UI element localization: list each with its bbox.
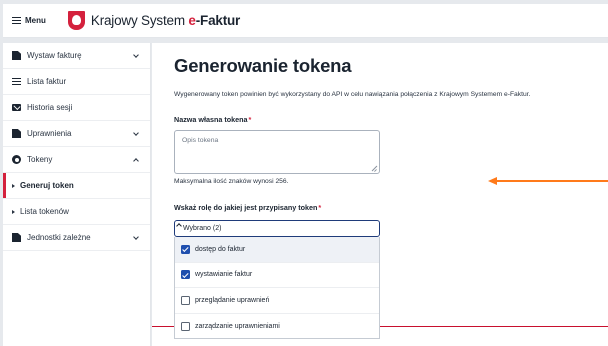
token-name-label-text: Nazwa własna tokena bbox=[174, 115, 248, 124]
sidebar-item-wystaw-fakture[interactable]: Wystaw fakturę bbox=[3, 43, 150, 69]
checkbox-unchecked[interactable] bbox=[181, 321, 190, 331]
document-icon bbox=[12, 51, 21, 60]
role-label: Wskaż rolę do jakiej jest przypisany tok… bbox=[174, 203, 321, 212]
sidebar-item-label: Generuj token bbox=[20, 181, 74, 190]
token-name-field[interactable]: Opis tokena bbox=[174, 130, 380, 174]
chevron-up-icon bbox=[132, 156, 140, 164]
divider-line bbox=[380, 326, 608, 327]
required-mark: * bbox=[248, 115, 252, 124]
main-content: Generowanie tokena Wygenerowany token po… bbox=[152, 43, 608, 346]
role-option-label: wystawianie faktur bbox=[195, 271, 253, 279]
sidebar: Wystaw fakturę Lista faktur Historia ses… bbox=[3, 43, 151, 346]
sidebar-item-label: Lista faktur bbox=[27, 77, 67, 86]
sidebar-item-label: Historia sesji bbox=[27, 103, 73, 112]
role-select[interactable]: Wybrano (2) bbox=[174, 220, 380, 237]
role-option-dostep-do-faktur[interactable]: dostęp do faktur bbox=[175, 237, 379, 263]
document-icon bbox=[12, 129, 21, 138]
sidebar-item-label: Tokeny bbox=[27, 155, 53, 164]
role-option-label: dostęp do faktur bbox=[195, 245, 246, 253]
sidebar-item-uprawnienia[interactable]: Uprawnienia bbox=[3, 121, 150, 147]
list-icon bbox=[12, 77, 21, 86]
brand-title-suffix: -Faktur bbox=[195, 13, 241, 28]
sidebar-item-label: Jednostki zależne bbox=[27, 233, 91, 242]
required-mark: * bbox=[318, 203, 322, 212]
brand-title-prefix: Krajowy System bbox=[90, 13, 189, 28]
mail-icon bbox=[12, 104, 21, 111]
role-label-text: Wskaż rolę do jakiej jest przypisany tok… bbox=[174, 203, 318, 212]
caret-right-icon bbox=[12, 183, 15, 188]
token-name-label: Nazwa własna tokena* bbox=[174, 115, 251, 124]
role-option-wystawianie-faktur[interactable]: wystawianie faktur bbox=[175, 263, 379, 288]
checkbox-checked[interactable] bbox=[181, 244, 190, 254]
sidebar-item-jednostki-zalezne[interactable]: Jednostki zależne bbox=[3, 225, 150, 251]
token-icon bbox=[12, 155, 21, 164]
page-title: Generowanie tokena bbox=[174, 55, 352, 76]
arrow-shaft bbox=[494, 180, 608, 182]
annotation-arrow-icon bbox=[488, 177, 608, 185]
sidebar-item-label: Wystaw fakturę bbox=[27, 51, 82, 60]
arrow-head bbox=[488, 177, 497, 185]
sidebar-item-lista-faktur[interactable]: Lista faktur bbox=[3, 69, 150, 95]
hamburger-icon bbox=[12, 17, 21, 25]
role-option-label: przeglądanie uprawnień bbox=[195, 296, 270, 304]
sidebar-item-label: Uprawnienia bbox=[27, 129, 72, 138]
token-name-hint: Maksymalna ilość znaków wynosi 256. bbox=[174, 178, 289, 185]
sidebar-item-generuj-token[interactable]: Generuj token bbox=[3, 173, 150, 199]
caret-right-icon bbox=[12, 209, 15, 214]
role-dropdown: dostęp do faktur wystawianie faktur prze… bbox=[174, 237, 380, 339]
brand-title: Krajowy System e-Faktur bbox=[91, 13, 240, 28]
role-option-przegladanie-uprawnien[interactable]: przeglądanie uprawnień bbox=[175, 288, 379, 314]
sidebar-item-label: Lista tokenów bbox=[20, 207, 69, 216]
document-icon bbox=[12, 233, 21, 242]
chevron-down-icon bbox=[132, 130, 140, 138]
chevron-down-icon bbox=[132, 52, 140, 60]
sidebar-item-historia-sesji[interactable]: Historia sesji bbox=[3, 95, 150, 121]
top-bar: Menu Krajowy System e-Faktur bbox=[3, 4, 608, 38]
resize-grip-icon[interactable] bbox=[371, 165, 377, 171]
divider-line bbox=[152, 326, 174, 327]
intro-text: Wygenerowany token powinien być wykorzys… bbox=[174, 91, 531, 98]
role-option-zarzadzanie-uprawnieniami[interactable]: zarządzanie uprawnieniami bbox=[175, 314, 379, 340]
chevron-down-icon bbox=[132, 234, 140, 242]
brand-logo[interactable]: Krajowy System e-Faktur bbox=[67, 11, 240, 30]
sidebar-item-lista-tokenow[interactable]: Lista tokenów bbox=[3, 199, 150, 225]
checkbox-checked[interactable] bbox=[181, 270, 190, 280]
brand-title-e: e bbox=[188, 13, 196, 28]
menu-button[interactable]: Menu bbox=[12, 16, 46, 25]
checkbox-unchecked[interactable] bbox=[181, 295, 190, 305]
token-name-placeholder: Opis tokena bbox=[182, 137, 219, 144]
sidebar-item-tokeny[interactable]: Tokeny bbox=[3, 147, 150, 173]
role-option-label: zarządzanie uprawnieniami bbox=[195, 322, 280, 330]
eagle-emblem-icon bbox=[67, 11, 85, 30]
role-select-value: Wybrano (2) bbox=[183, 225, 222, 232]
menu-label: Menu bbox=[25, 16, 46, 25]
